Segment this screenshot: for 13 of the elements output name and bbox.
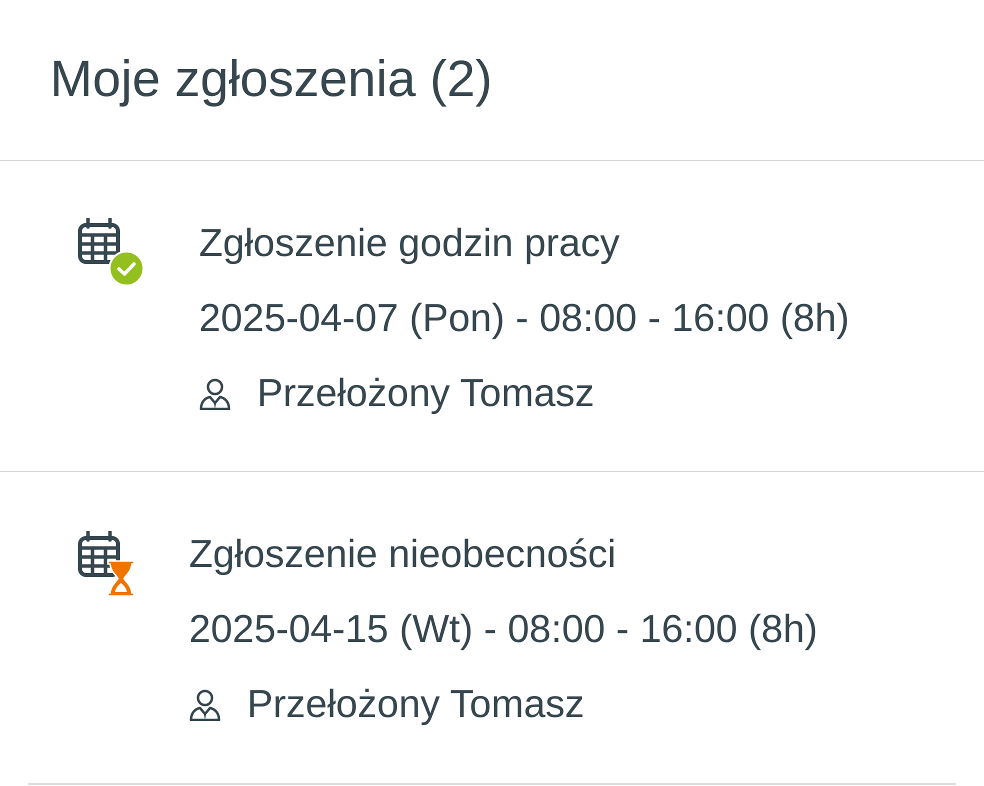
approver-name: Przełożony Tomasz [257, 370, 594, 416]
calendar-icon [78, 218, 120, 264]
request-title: Zgłoszenie godzin pracy [199, 221, 621, 267]
request-period: 2025-04-07 (Pon) - 08:00 - 16:00 (8h) [199, 296, 850, 342]
page-title: Moje zgłoszenia (2) [50, 49, 492, 109]
request-period: 2025-04-15 (Wt) - 08:00 - 16:00 (8h) [189, 607, 818, 653]
request-title: Zgłoszenie nieobecności [189, 532, 618, 578]
calendar-icon [78, 531, 120, 577]
person-icon [189, 688, 221, 720]
check-circle-icon [108, 250, 145, 287]
approver-name: Przełożony Tomasz [247, 682, 584, 728]
hourglass-icon [107, 560, 135, 597]
person-icon [199, 378, 231, 410]
